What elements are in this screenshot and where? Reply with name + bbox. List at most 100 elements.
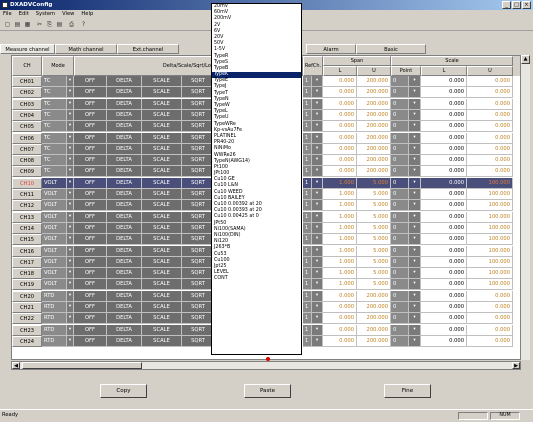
menu-edit[interactable]: Edit <box>19 11 29 17</box>
refch-dropdown-icon[interactable]: ▾ <box>312 121 323 133</box>
minimize-button[interactable]: _ <box>502 1 511 9</box>
point-dropdown-icon[interactable]: ▾ <box>409 245 421 257</box>
point-dropdown-icon[interactable]: ▾ <box>409 234 421 246</box>
point-dropdown-icon[interactable]: ▾ <box>409 87 421 99</box>
point-dropdown-icon[interactable]: ▾ <box>409 290 421 302</box>
mode-dropdown-icon[interactable]: ▾ <box>67 143 74 155</box>
horizontal-scrollbar[interactable]: ◀ ▶ <box>11 361 521 370</box>
mode-dropdown-icon[interactable]: ▾ <box>67 279 74 291</box>
refch-dropdown-icon[interactable]: ▾ <box>312 109 323 121</box>
point-dropdown-icon[interactable]: ▾ <box>409 155 421 167</box>
point-dropdown-icon[interactable]: ▾ <box>409 200 421 212</box>
mode-dropdown-icon[interactable]: ▾ <box>67 302 74 313</box>
refch-dropdown-icon[interactable]: ▾ <box>312 143 323 155</box>
save-icon[interactable]: ▦ <box>23 20 32 29</box>
point-dropdown-icon[interactable]: ▾ <box>409 222 421 234</box>
point-dropdown-icon[interactable]: ▾ <box>409 324 421 336</box>
mode-dropdown-icon[interactable]: ▾ <box>67 290 74 302</box>
tab-basic[interactable]: Basic <box>356 44 426 54</box>
scroll-up-arrow-icon[interactable]: ▲ <box>521 55 530 64</box>
point-dropdown-icon[interactable]: ▾ <box>409 302 421 313</box>
refch-dropdown-icon[interactable]: ▾ <box>312 166 323 178</box>
refch-dropdown-icon[interactable]: ▾ <box>312 177 323 189</box>
point-dropdown-icon[interactable]: ▾ <box>409 279 421 291</box>
refch-dropdown-icon[interactable]: ▾ <box>312 189 323 200</box>
refch-dropdown-icon[interactable]: ▾ <box>312 222 323 234</box>
input-range-dropdown-list[interactable]: 20mV 60mV 200mV 2V 6V 20V 50V 1-5V TypeR TypeS Typ… <box>211 3 302 355</box>
print-icon[interactable]: ⎙ <box>67 20 76 29</box>
refch-dropdown-icon[interactable]: ▾ <box>312 87 323 99</box>
refch-dropdown-icon[interactable]: ▾ <box>312 302 323 313</box>
vertical-scrollbar[interactable]: ▲ <box>521 55 530 360</box>
maximize-button[interactable]: □ <box>512 1 521 9</box>
fine-button[interactable]: Fine <box>384 384 431 398</box>
point-dropdown-icon[interactable]: ▾ <box>409 132 421 144</box>
dropdown-option[interactable]: CONT <box>212 276 301 282</box>
mode-dropdown-icon[interactable]: ▾ <box>67 268 74 280</box>
mode-dropdown-icon[interactable]: ▾ <box>67 335 74 347</box>
tab-math-channel[interactable]: Math channel <box>55 44 117 54</box>
mode-dropdown-icon[interactable]: ▾ <box>67 313 74 325</box>
refch-dropdown-icon[interactable]: ▾ <box>312 200 323 212</box>
menu-system[interactable]: System <box>36 11 55 17</box>
mode-dropdown-icon[interactable]: ▾ <box>67 222 74 234</box>
point-dropdown-icon[interactable]: ▾ <box>409 109 421 121</box>
menu-view[interactable]: View <box>62 11 74 17</box>
refch-dropdown-icon[interactable]: ▾ <box>312 132 323 144</box>
menu-help[interactable]: Help <box>81 11 93 17</box>
refch-dropdown-icon[interactable]: ▾ <box>312 76 323 87</box>
mode-dropdown-icon[interactable]: ▾ <box>67 121 74 133</box>
refch-dropdown-icon[interactable]: ▾ <box>312 324 323 336</box>
point-dropdown-icon[interactable]: ▾ <box>409 98 421 110</box>
mode-dropdown-icon[interactable]: ▾ <box>67 177 74 189</box>
point-dropdown-icon[interactable]: ▾ <box>409 256 421 268</box>
point-dropdown-icon[interactable]: ▾ <box>409 121 421 133</box>
point-dropdown-icon[interactable]: ▾ <box>409 166 421 178</box>
refch-dropdown-icon[interactable]: ▾ <box>312 245 323 257</box>
point-dropdown-icon[interactable]: ▾ <box>409 177 421 189</box>
paste-icon[interactable]: ▤ <box>55 20 64 29</box>
open-icon[interactable]: ▤ <box>13 20 22 29</box>
tab-measure-channel[interactable]: Measure channel <box>0 44 55 54</box>
refch-dropdown-icon[interactable]: ▾ <box>312 256 323 268</box>
scroll-left-arrow-icon[interactable]: ◀ <box>12 362 20 369</box>
copy-button[interactable]: Copy <box>100 384 147 398</box>
menu-file[interactable]: File <box>3 11 12 17</box>
point-dropdown-icon[interactable]: ▾ <box>409 143 421 155</box>
help-icon[interactable]: ? <box>79 20 88 29</box>
scroll-thumb[interactable] <box>22 362 142 369</box>
mode-dropdown-icon[interactable]: ▾ <box>67 109 74 121</box>
point-dropdown-icon[interactable]: ▾ <box>409 211 421 223</box>
new-icon[interactable]: ▢ <box>3 20 12 29</box>
point-dropdown-icon[interactable]: ▾ <box>409 76 421 87</box>
point-dropdown-icon[interactable]: ▾ <box>409 313 421 325</box>
refch-dropdown-icon[interactable]: ▾ <box>312 313 323 325</box>
tab-ext-channel[interactable]: Ext.channel <box>117 44 179 54</box>
mode-dropdown-icon[interactable]: ▾ <box>67 211 74 223</box>
scroll-right-arrow-icon[interactable]: ▶ <box>512 362 520 369</box>
tab-alarm[interactable]: Alarm <box>306 44 356 54</box>
close-button[interactable]: × <box>522 1 531 9</box>
mode-dropdown-icon[interactable]: ▾ <box>67 256 74 268</box>
refch-dropdown-icon[interactable]: ▾ <box>312 234 323 246</box>
refch-dropdown-icon[interactable]: ▾ <box>312 335 323 347</box>
mode-dropdown-icon[interactable]: ▾ <box>67 87 74 99</box>
mode-dropdown-icon[interactable]: ▾ <box>67 245 74 257</box>
mode-dropdown-icon[interactable]: ▾ <box>67 166 74 178</box>
mode-dropdown-icon[interactable]: ▾ <box>67 200 74 212</box>
mode-dropdown-icon[interactable]: ▾ <box>67 234 74 246</box>
point-dropdown-icon[interactable]: ▾ <box>409 335 421 347</box>
mode-dropdown-icon[interactable]: ▾ <box>67 189 74 200</box>
mode-dropdown-icon[interactable]: ▾ <box>67 155 74 167</box>
cut-icon[interactable]: ✂ <box>35 20 44 29</box>
mode-dropdown-icon[interactable]: ▾ <box>67 324 74 336</box>
refch-dropdown-icon[interactable]: ▾ <box>312 155 323 167</box>
refch-dropdown-icon[interactable]: ▾ <box>312 290 323 302</box>
mode-dropdown-icon[interactable]: ▾ <box>67 98 74 110</box>
refch-dropdown-icon[interactable]: ▾ <box>312 268 323 280</box>
point-dropdown-icon[interactable]: ▾ <box>409 189 421 200</box>
mode-dropdown-icon[interactable]: ▾ <box>67 76 74 87</box>
refch-dropdown-icon[interactable]: ▾ <box>312 98 323 110</box>
paste-button[interactable]: Paste <box>244 384 291 398</box>
copy-icon[interactable]: ⎘ <box>45 20 54 29</box>
